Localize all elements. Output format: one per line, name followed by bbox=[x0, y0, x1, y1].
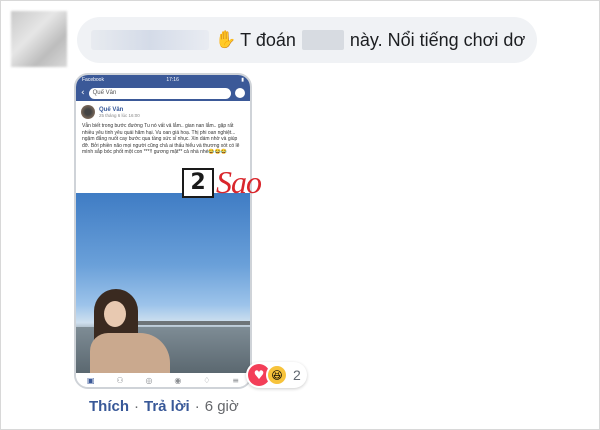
home-icon: ▣ bbox=[86, 375, 95, 385]
friends-icon: ⚇ bbox=[116, 375, 124, 385]
watermark-number: 2 bbox=[182, 167, 214, 198]
reaction-count: 2 bbox=[293, 367, 301, 383]
comment-text-part2: này. Nổi tiếng chơi dơ bbox=[349, 29, 526, 50]
watermark-brand: Sao bbox=[216, 164, 262, 200]
comment-timestamp[interactable]: 6 giờ bbox=[205, 398, 239, 415]
attached-screenshot[interactable]: Facebook 17:16 ▮ ‹ Quế Vân Quế Vân 25 th… bbox=[74, 73, 252, 389]
separator: · bbox=[194, 398, 200, 415]
person-body-shape bbox=[90, 333, 170, 373]
reactions-summary[interactable]: ♥ 😆 2 bbox=[246, 362, 307, 388]
person-face-shape bbox=[104, 301, 126, 327]
2sao-watermark: 2 Sao bbox=[182, 164, 262, 201]
post-time: 25 tháng 6 lúc 16:00 bbox=[99, 112, 140, 118]
phone-tab-bar: ▣ ⚇ ◎ ◉ ♢ ≡ bbox=[76, 373, 250, 387]
post-photo bbox=[76, 193, 250, 373]
search-field: Quế Vân bbox=[88, 87, 231, 99]
commenter-avatar[interactable] bbox=[11, 11, 67, 67]
like-button[interactable]: Thích bbox=[89, 398, 129, 415]
comment-bubble: ✋ T đoán này. Nổi tiếng chơi dơ bbox=[77, 17, 537, 63]
reply-button[interactable]: Trả lời bbox=[144, 398, 190, 415]
messenger-icon bbox=[235, 88, 245, 98]
facebook-search-bar: ‹ Quế Vân bbox=[76, 85, 250, 101]
haha-icon: 😆 bbox=[266, 364, 288, 386]
blurred-word bbox=[301, 30, 344, 50]
notifications-icon: ♢ bbox=[203, 375, 211, 385]
post-header: Quế Vân 25 tháng 6 lúc 16:00 bbox=[76, 101, 250, 121]
menu-icon: ≡ bbox=[232, 375, 239, 385]
marketplace-icon: ◉ bbox=[174, 375, 182, 385]
wave-hand-icon: ✋ bbox=[215, 30, 237, 49]
phone-status-bar: Facebook 17:16 ▮ bbox=[76, 75, 250, 85]
separator: · bbox=[134, 398, 139, 415]
blurred-commenter-name[interactable] bbox=[91, 30, 209, 50]
back-arrow-icon: ‹ bbox=[81, 88, 85, 98]
comment-actions: Thích · Trả lời · 6 giờ bbox=[89, 398, 239, 415]
post-author-avatar bbox=[81, 105, 95, 119]
profile-icon: ◎ bbox=[145, 375, 153, 385]
comment-text-part1: T đoán bbox=[240, 29, 296, 50]
bridge-shape bbox=[136, 321, 250, 325]
